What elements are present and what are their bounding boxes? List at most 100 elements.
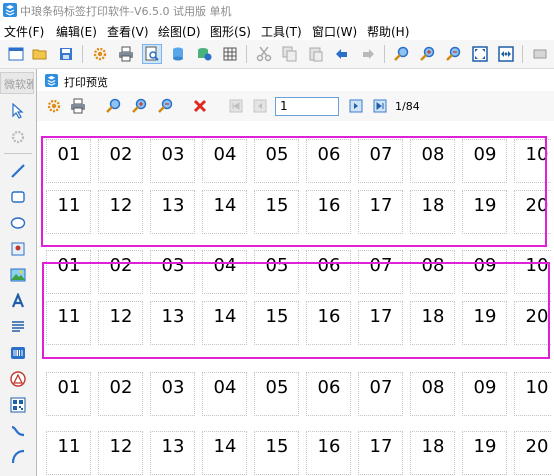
menu-bar: 文件(F) 编辑(E) 查看(V) 绘图(D) 图形(S) 工具(T) 窗口(W…: [0, 20, 554, 40]
text-tool[interactable]: [8, 291, 28, 311]
redo-button[interactable]: [358, 44, 378, 64]
preview-titlebar: 打印预览: [37, 69, 554, 91]
label-number: 04: [213, 377, 237, 398]
print-button[interactable]: [116, 44, 136, 64]
menu-window[interactable]: 窗口(W): [312, 23, 357, 40]
last-page-icon: [373, 99, 387, 113]
ellipse-tool[interactable]: [8, 213, 28, 233]
undo-button[interactable]: [332, 44, 352, 64]
menu-shape[interactable]: 图形(S): [210, 23, 251, 40]
settings-button[interactable]: [90, 44, 110, 64]
arc-tool[interactable]: [8, 447, 28, 467]
grid-button[interactable]: [220, 44, 240, 64]
line-tool[interactable]: [8, 161, 28, 181]
menu-file[interactable]: 文件(F): [4, 23, 44, 40]
label-number: 03: [161, 377, 185, 398]
app-logo-icon: [3, 3, 17, 17]
polygon-tool[interactable]: [8, 369, 28, 389]
label-number: 11: [57, 436, 81, 457]
barcode-db-button[interactable]: [194, 44, 214, 64]
prev-page-button[interactable]: [251, 97, 269, 115]
fit-page-button[interactable]: [470, 44, 490, 64]
menu-help[interactable]: 帮助(H): [367, 23, 409, 40]
menu-view[interactable]: 查看(V): [107, 23, 149, 40]
next-page-button[interactable]: [347, 97, 365, 115]
save-button[interactable]: [56, 44, 76, 64]
first-page-icon: [229, 99, 243, 113]
settings-icon: [47, 99, 61, 113]
label-number: 05: [265, 377, 289, 398]
menu-draw[interactable]: 绘图(D): [158, 23, 201, 40]
open-icon: [32, 49, 47, 60]
rectangle-icon: [11, 191, 25, 203]
curve-tool[interactable]: [8, 421, 28, 441]
rotate-icon: [11, 130, 25, 144]
fit-width-button[interactable]: [496, 44, 516, 64]
first-page-button[interactable]: [227, 97, 245, 115]
menu-edit[interactable]: 编辑(E): [56, 23, 97, 40]
label-number: 15: [265, 436, 289, 457]
next-page-icon: [349, 99, 363, 113]
label-number: 08: [421, 377, 445, 398]
label-number: 02: [109, 377, 133, 398]
selected-label-2[interactable]: [42, 262, 550, 359]
rectangle-tool[interactable]: [8, 187, 28, 207]
menu-tools[interactable]: 工具(T): [261, 23, 302, 40]
preview-toolbar: 1 1/84: [37, 91, 554, 121]
drawing-tool-strip: 微软雅: [0, 69, 37, 476]
barcode-tool[interactable]: [8, 343, 28, 363]
barcode-db-icon: [198, 48, 212, 61]
qrcode-tool[interactable]: [8, 395, 28, 415]
label-number: 10: [525, 377, 549, 398]
font-name-field[interactable]: 微软雅: [0, 72, 34, 94]
page-number-input[interactable]: 1: [275, 97, 339, 116]
more-button[interactable]: [530, 44, 550, 64]
last-page-button[interactable]: [371, 97, 389, 115]
fit-page-icon: [472, 46, 488, 62]
preview-app-icon: [45, 74, 58, 87]
cut-button[interactable]: [254, 44, 274, 64]
picture-tool[interactable]: [8, 265, 28, 285]
zoom-out-button[interactable]: [444, 44, 464, 64]
image-frame-tool[interactable]: [8, 239, 28, 259]
label-number: 09: [473, 377, 497, 398]
preview-settings-button[interactable]: [45, 97, 63, 115]
preview-close-button[interactable]: [191, 97, 209, 115]
cut-icon: [256, 46, 272, 62]
print-preview-button[interactable]: [142, 44, 162, 64]
print-preview-icon: [145, 46, 159, 61]
zoom-in-button[interactable]: [418, 44, 438, 64]
undo-icon: [336, 49, 347, 59]
preview-zoom-out-button[interactable]: [157, 97, 175, 115]
rotate-tool[interactable]: [8, 127, 28, 147]
multiline-text-icon: [12, 321, 24, 332]
copy-button[interactable]: [280, 44, 300, 64]
label-number: 17: [369, 436, 393, 457]
database-button[interactable]: [168, 44, 188, 64]
select-tool[interactable]: [8, 101, 28, 121]
label-number: 12: [109, 436, 133, 457]
open-button[interactable]: [30, 44, 50, 64]
close-icon: [193, 99, 207, 113]
multiline-text-tool[interactable]: [8, 317, 28, 337]
preview-canvas[interactable]: 01 02 03 04 05 06 07 08 09 10 11 12 13 14 15 16 17 18 19 20…: [37, 121, 554, 476]
zoom-in-icon: [420, 46, 435, 61]
arc-icon: [11, 449, 25, 464]
zoom-icon: [394, 46, 409, 61]
new-button[interactable]: [6, 44, 26, 64]
label-number: 18: [421, 436, 445, 457]
picture-icon: [10, 268, 26, 282]
preview-zoom-button[interactable]: [105, 97, 123, 115]
label-number: 06: [317, 377, 341, 398]
preview-print-button[interactable]: [69, 97, 87, 115]
label-number: 16: [317, 436, 341, 457]
label-number: 13: [161, 436, 185, 457]
paste-button[interactable]: [306, 44, 326, 64]
selected-label-1[interactable]: [41, 136, 547, 247]
text-a-icon: [11, 293, 25, 308]
database-icon: [173, 47, 183, 61]
settings-icon: [93, 47, 107, 61]
window-titlebar: 中琅条码标签打印软件-V6.5.0 试用版 单机: [0, 0, 554, 20]
zoom-button[interactable]: [392, 44, 412, 64]
preview-zoom-in-button[interactable]: [131, 97, 149, 115]
